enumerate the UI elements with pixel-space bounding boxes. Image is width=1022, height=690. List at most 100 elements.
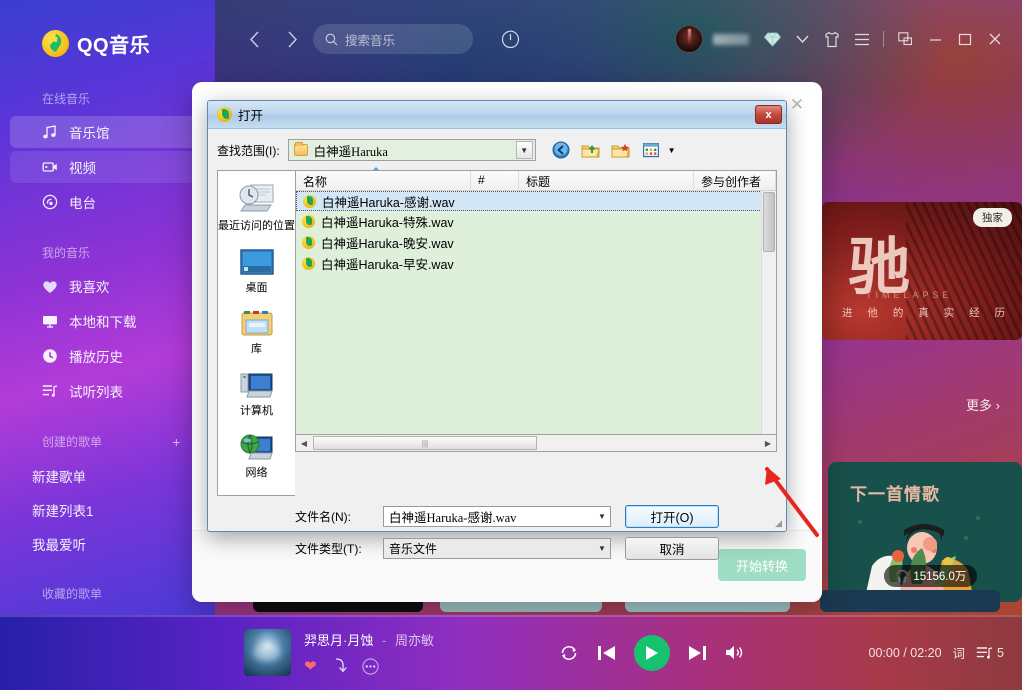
- mini-window-icon[interactable]: [890, 24, 920, 54]
- heart-filled-icon[interactable]: ❤: [304, 657, 317, 675]
- sidebar-item-play-history[interactable]: 播放历史: [10, 340, 205, 372]
- queue-icon: [976, 646, 993, 660]
- album-cover[interactable]: [244, 629, 291, 676]
- place-computer[interactable]: 计算机: [218, 372, 295, 418]
- horizontal-scrollbar[interactable]: ◀ ||| ▶: [295, 435, 777, 452]
- sidebar-item-label: 本地和下载: [69, 311, 137, 331]
- file-list-body: 白神遥Haruka-感谢.wav 白神遥Haruka-特殊.wav 白神遥Har…: [296, 191, 776, 434]
- chevron-right-icon: ›: [996, 398, 1000, 413]
- queue-button[interactable]: 5: [976, 646, 1004, 660]
- arrow-left-icon[interactable]: ◀: [296, 436, 312, 451]
- vertical-scrollbar[interactable]: [761, 191, 776, 434]
- look-in-combobox[interactable]: 白神遥Haruka ▼: [288, 139, 536, 161]
- minimize-icon[interactable]: [920, 24, 950, 54]
- artist-name[interactable]: 周亦敏: [395, 633, 434, 648]
- sidebar-item-music-hall[interactable]: 音乐馆: [10, 116, 205, 148]
- file-list[interactable]: 名称 # 标题 参与创作者: [295, 170, 777, 435]
- sidebar-item-local-downloads[interactable]: 本地和下载: [10, 305, 205, 337]
- column-header-title[interactable]: 标题: [519, 171, 694, 190]
- filetype-combobox[interactable]: 音乐文件 ▼: [383, 538, 611, 559]
- lyrics-button[interactable]: 词: [953, 643, 966, 662]
- cancel-button[interactable]: 取消: [625, 537, 719, 560]
- next-track-icon[interactable]: [688, 644, 707, 662]
- nav-forward-button[interactable]: [277, 24, 307, 54]
- volume-icon[interactable]: [725, 644, 744, 661]
- dialog-title: 打开: [238, 105, 263, 124]
- dialog-close-button[interactable]: x: [755, 105, 782, 124]
- chevron-down-icon[interactable]: ▼: [594, 544, 610, 553]
- sidebar-item-video[interactable]: 视频: [10, 151, 205, 183]
- avatar[interactable]: [675, 25, 703, 53]
- back-circle-icon[interactable]: [550, 140, 572, 161]
- sort-ascending-icon: [372, 167, 380, 171]
- computer-icon: [240, 372, 274, 400]
- ellipsis-icon[interactable]: [362, 658, 379, 675]
- view-mode-chevron-down-icon[interactable]: ▼: [668, 146, 676, 155]
- column-header-name[interactable]: 名称: [296, 171, 471, 190]
- column-header-number[interactable]: #: [471, 171, 519, 190]
- playlist-icon: [42, 384, 58, 398]
- previous-track-icon[interactable]: [597, 644, 616, 662]
- file-row[interactable]: 白神遥Haruka-早安.wav: [296, 253, 776, 274]
- maximize-icon[interactable]: [950, 24, 980, 54]
- promo-card-chi[interactable]: 独家 驰 TIMELAPSE 进 他 的 真 实 经 历: [822, 202, 1022, 340]
- history-clock-icon: [42, 348, 58, 364]
- place-recent[interactable]: 最近访问的位置: [218, 181, 295, 233]
- vertical-scrollbar-thumb[interactable]: [763, 192, 775, 252]
- app-logo[interactable]: QQ音乐: [0, 22, 215, 64]
- horizontal-scrollbar-thumb[interactable]: |||: [313, 436, 537, 450]
- sidebar: QQ音乐 在线音乐 音乐馆 视频: [0, 0, 215, 615]
- chevron-down-icon[interactable]: [787, 24, 817, 54]
- view-grid-icon[interactable]: [640, 140, 662, 161]
- download-icon[interactable]: [332, 658, 347, 674]
- place-label: 网络: [218, 467, 295, 480]
- diamond-icon[interactable]: [757, 24, 787, 54]
- column-header-artist[interactable]: 参与创作者: [694, 171, 776, 190]
- place-network[interactable]: 网络: [218, 434, 295, 480]
- discover-icon[interactable]: [495, 24, 525, 54]
- track-actions: ❤: [304, 657, 434, 675]
- close-icon[interactable]: [980, 24, 1010, 54]
- file-row[interactable]: 白神遥Haruka-感谢.wav: [296, 191, 776, 211]
- music-file-icon: [302, 236, 315, 249]
- sidebar-item-preview-list[interactable]: 试听列表: [10, 375, 205, 407]
- plus-icon[interactable]: +: [172, 435, 180, 449]
- hamburger-menu-icon[interactable]: [847, 24, 877, 54]
- sidebar-group-label: 我的音乐: [42, 244, 90, 261]
- filename-input[interactable]: 白神遥Haruka-感谢.wav ▼: [383, 506, 611, 527]
- progress-bar[interactable]: [0, 615, 1022, 617]
- play-button[interactable]: [634, 635, 670, 671]
- folder-icon: [294, 144, 308, 156]
- sidebar-item-label: 视频: [69, 157, 96, 177]
- playlist-card-love-song[interactable]: 下一首情歌 🎧 15156.0万: [828, 462, 1022, 602]
- new-folder-icon[interactable]: [610, 140, 632, 161]
- song-title[interactable]: 羿思月·月蚀: [304, 633, 373, 648]
- sidebar-item-radio[interactable]: 电台: [10, 186, 205, 218]
- file-name: 白神遥Haruka-感谢.wav: [322, 192, 455, 211]
- file-row[interactable]: 白神遥Haruka-特殊.wav: [296, 211, 776, 232]
- network-icon: [240, 434, 274, 462]
- shirt-icon[interactable]: [817, 24, 847, 54]
- filetype-label: 文件类型(T):: [295, 540, 383, 557]
- chevron-down-icon[interactable]: ▼: [594, 512, 610, 521]
- recent-places-icon: [237, 181, 277, 215]
- toolbar-divider: [883, 31, 884, 47]
- arrow-right-icon[interactable]: ▶: [760, 436, 776, 451]
- qq-music-app: 独家 驰 TIMELAPSE 进 他 的 真 实 经 历 更多 › 下一首情歌: [0, 0, 1022, 690]
- search-input[interactable]: 搜索音乐: [313, 24, 473, 54]
- chevron-down-icon[interactable]: ▼: [516, 141, 533, 159]
- filename-label: 文件名(N):: [295, 508, 383, 525]
- sidebar-playlist-item[interactable]: 新建歌单: [0, 459, 215, 493]
- place-desktop[interactable]: 桌面: [218, 249, 295, 295]
- place-library[interactable]: 库: [218, 310, 295, 356]
- sidebar-item-favorites[interactable]: 我喜欢: [10, 270, 205, 302]
- panel-close-icon[interactable]: ✕: [786, 94, 808, 116]
- nav-back-button[interactable]: [239, 24, 269, 54]
- file-row[interactable]: 白神遥Haruka-晚安.wav: [296, 232, 776, 253]
- more-link[interactable]: 更多 ›: [966, 398, 1000, 413]
- sidebar-playlist-item[interactable]: 新建列表1: [0, 493, 215, 527]
- repeat-icon[interactable]: [559, 644, 579, 662]
- open-button[interactable]: 打开(O): [625, 505, 719, 528]
- sidebar-playlist-item[interactable]: 我最爱听: [0, 527, 215, 561]
- folder-up-icon[interactable]: [580, 140, 602, 161]
